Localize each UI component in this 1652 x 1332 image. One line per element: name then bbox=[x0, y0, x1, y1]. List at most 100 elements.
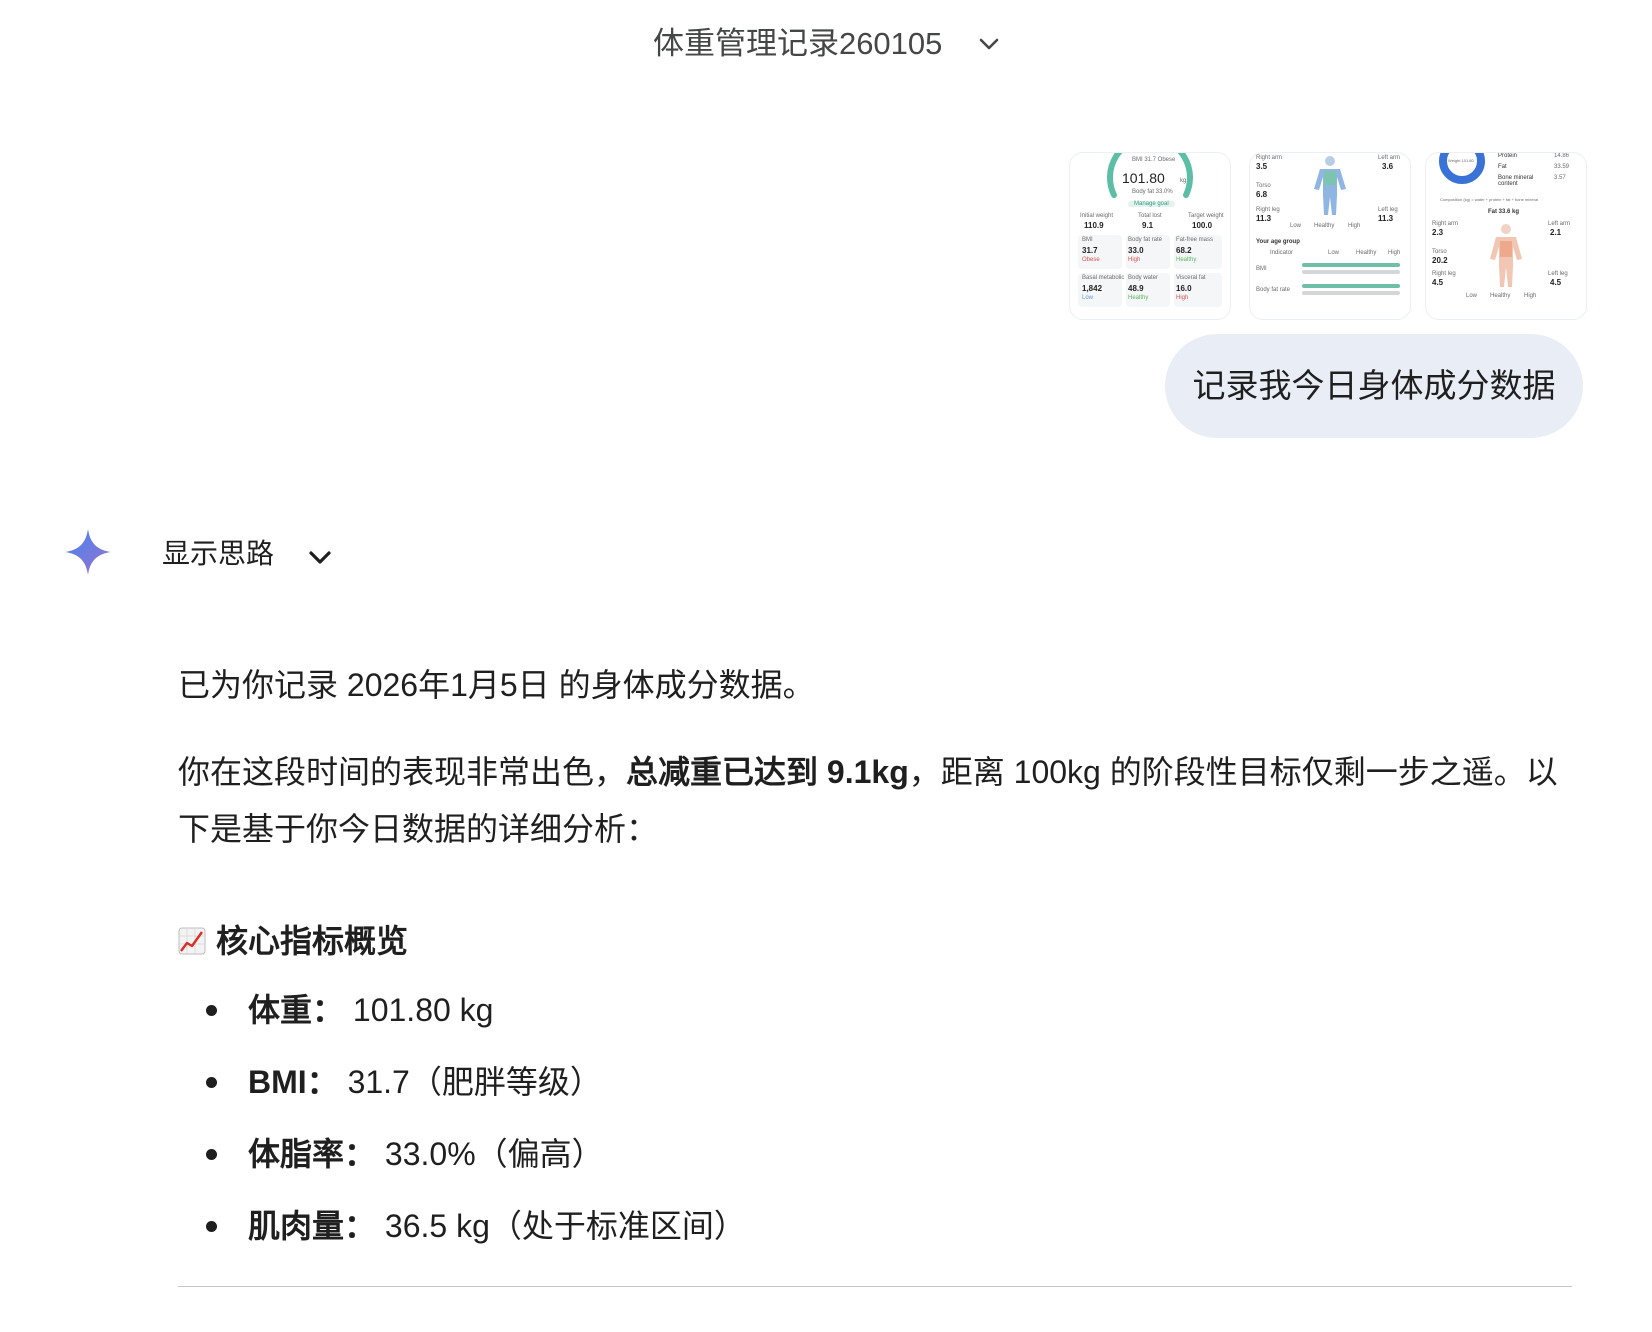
metric-value: 31.7 bbox=[1082, 246, 1098, 255]
item-label: 肌肉量： bbox=[248, 1208, 377, 1244]
metric-label: BMI bbox=[1082, 237, 1093, 243]
legend-low: Low bbox=[1466, 293, 1478, 299]
torso-value: 20.2 bbox=[1432, 256, 1448, 265]
right-arm-value: 3.5 bbox=[1256, 162, 1268, 171]
metric-status: Healthy bbox=[1176, 257, 1197, 263]
show-thinking-toggle[interactable]: 显示思路 bbox=[162, 532, 332, 572]
lost-label: Total lost bbox=[1138, 213, 1162, 219]
bullet-icon bbox=[206, 1005, 217, 1016]
col-high: High bbox=[1388, 250, 1401, 256]
right-leg-label: Right leg bbox=[1256, 207, 1280, 213]
section-title: 核心指标概览 bbox=[216, 923, 409, 959]
indicator-header: Indicator bbox=[1270, 250, 1294, 256]
row-bmi: BMI bbox=[1256, 266, 1267, 272]
legend-low: Low bbox=[1290, 223, 1302, 229]
list-item: 肌肉量： 36.5 kg（处于标准区间） bbox=[178, 1202, 746, 1274]
metric-value: 16.0 bbox=[1176, 284, 1192, 293]
metric-value: 33.0 bbox=[1128, 246, 1144, 255]
section-heading: 核心指标概览 bbox=[178, 916, 408, 962]
fat-body-figure-icon bbox=[1490, 224, 1522, 287]
image-thumbnail-summary[interactable]: BMI 31.7 Obese 101.80 kg Body fat 33.0% … bbox=[1069, 152, 1231, 320]
metric-value: 48.9 bbox=[1128, 284, 1144, 293]
item-label: 体重： bbox=[248, 992, 345, 1028]
left-arm-label: Left arm bbox=[1548, 221, 1571, 227]
protein-value: 14.86 bbox=[1554, 153, 1570, 159]
torso-value: 6.8 bbox=[1256, 190, 1268, 199]
user-message-text: 记录我今日身体成分数据 bbox=[1192, 367, 1556, 404]
right-leg-label: Right leg bbox=[1432, 271, 1456, 277]
age-group-title: Your age group bbox=[1256, 239, 1300, 245]
chevron-down-icon bbox=[308, 540, 332, 572]
col-low: Low bbox=[1328, 250, 1340, 256]
show-thinking-label: 显示思路 bbox=[162, 538, 275, 569]
metric-label: Fat-free mass bbox=[1176, 237, 1214, 243]
chevron-down-icon bbox=[979, 23, 999, 59]
fat-title: Fat 33.6 kg bbox=[1488, 209, 1520, 215]
bone-value: 3.57 bbox=[1554, 175, 1566, 181]
metric-status: Healthy bbox=[1128, 295, 1149, 301]
weight-value: 101.80 bbox=[1122, 170, 1165, 186]
bullet-icon bbox=[206, 1077, 217, 1088]
user-message-bubble: 记录我今日身体成分数据 bbox=[1165, 334, 1583, 438]
image-thumbnail-segmental[interactable]: Right arm 3.5 Left arm 3.6 Torso 6.8 Rig… bbox=[1249, 152, 1411, 320]
bodyfat-bar bbox=[1302, 284, 1400, 288]
bmi-bar-ref bbox=[1302, 270, 1400, 274]
list-item: 体脂率： 33.0%（偏高） bbox=[178, 1130, 746, 1202]
item-value: 101.80 kg bbox=[352, 992, 494, 1028]
formula-text: Composition (kg) = water + protein + fat… bbox=[1440, 197, 1539, 202]
fat-label: Fat bbox=[1498, 164, 1507, 170]
left-arm-value: 2.1 bbox=[1550, 228, 1562, 237]
paragraph-bold-text: 总减重已达到 9.1kg bbox=[626, 754, 909, 790]
metric-label: Visceral fat bbox=[1176, 275, 1206, 281]
metric-status: High bbox=[1176, 295, 1189, 301]
legend-healthy: Healthy bbox=[1490, 293, 1511, 299]
metric-status: High bbox=[1128, 257, 1141, 263]
item-value: 31.7（肥胖等级） bbox=[347, 1064, 602, 1100]
paragraph-text: 你在这段时间的表现非常出色， bbox=[178, 754, 627, 790]
response-paragraph: 你在这段时间的表现非常出色，总减重已达到 9.1kg，距离 100kg 的阶段性… bbox=[178, 744, 1578, 858]
col-healthy: Healthy bbox=[1356, 250, 1377, 256]
conversation-title-button[interactable]: 体重管理记录260105 bbox=[0, 18, 1652, 63]
right-leg-value: 11.3 bbox=[1256, 214, 1272, 223]
left-arm-label: Left arm bbox=[1378, 155, 1401, 161]
manage-goal-button[interactable]: Manage goal bbox=[1128, 201, 1175, 207]
item-value: 33.0%（偏高） bbox=[384, 1136, 604, 1172]
right-leg-value: 4.5 bbox=[1432, 278, 1444, 287]
legend-high: High bbox=[1524, 293, 1537, 299]
list-item: 体重： 101.80 kg bbox=[178, 986, 746, 1058]
body-figure-icon bbox=[1314, 156, 1346, 215]
metric-status: Low bbox=[1082, 295, 1094, 301]
legend-high: High bbox=[1348, 223, 1361, 229]
legend-healthy: Healthy bbox=[1314, 223, 1335, 229]
torso-label: Torso bbox=[1256, 183, 1271, 189]
chart-increasing-icon bbox=[178, 926, 206, 955]
left-leg-value: 4.5 bbox=[1550, 278, 1562, 287]
bodyfat-sub: Body fat 33.0% bbox=[1132, 189, 1173, 195]
response-paragraph: 已为你记录 2026年1月5日 的身体成分数据。 bbox=[178, 667, 815, 703]
target-value: 100.0 bbox=[1192, 221, 1213, 230]
donut-label: Weight 101.80 bbox=[1448, 158, 1474, 163]
initial-label: Initial weight bbox=[1080, 213, 1114, 219]
bone-label: Bone mineral content bbox=[1498, 175, 1534, 187]
left-arm-value: 3.6 bbox=[1382, 162, 1394, 171]
metric-value: 68.2 bbox=[1176, 246, 1192, 255]
weight-unit: kg bbox=[1180, 178, 1187, 184]
list-item: BMI： 31.7（肥胖等级） bbox=[178, 1058, 746, 1130]
left-leg-label: Left leg bbox=[1378, 207, 1398, 213]
metric-label: Body fat rate bbox=[1128, 237, 1163, 243]
left-leg-value: 11.3 bbox=[1378, 214, 1394, 223]
target-label: Target weight bbox=[1188, 213, 1224, 219]
section-divider bbox=[178, 1286, 1572, 1287]
metric-label: Body water bbox=[1128, 275, 1159, 281]
row-bodyfat: Body fat rate bbox=[1256, 287, 1291, 293]
right-arm-value: 2.3 bbox=[1432, 228, 1444, 237]
protein-label: Protein bbox=[1498, 153, 1518, 159]
fat-value: 33.59 bbox=[1554, 164, 1570, 170]
right-arm-label: Right arm bbox=[1256, 155, 1283, 161]
metrics-list: 体重： 101.80 kg BMI： 31.7（肥胖等级） 体脂率： 33.0%… bbox=[178, 986, 746, 1274]
conversation-title: 体重管理记录260105 bbox=[652, 26, 943, 61]
bodyfat-bar-ref bbox=[1302, 291, 1400, 295]
left-leg-label: Left leg bbox=[1548, 271, 1568, 277]
item-value: 36.5 kg（处于标准区间） bbox=[384, 1208, 746, 1244]
image-thumbnail-composition[interactable]: Weight 101.80 Protein 14.86 Fat 33.59 Bo… bbox=[1425, 152, 1587, 320]
